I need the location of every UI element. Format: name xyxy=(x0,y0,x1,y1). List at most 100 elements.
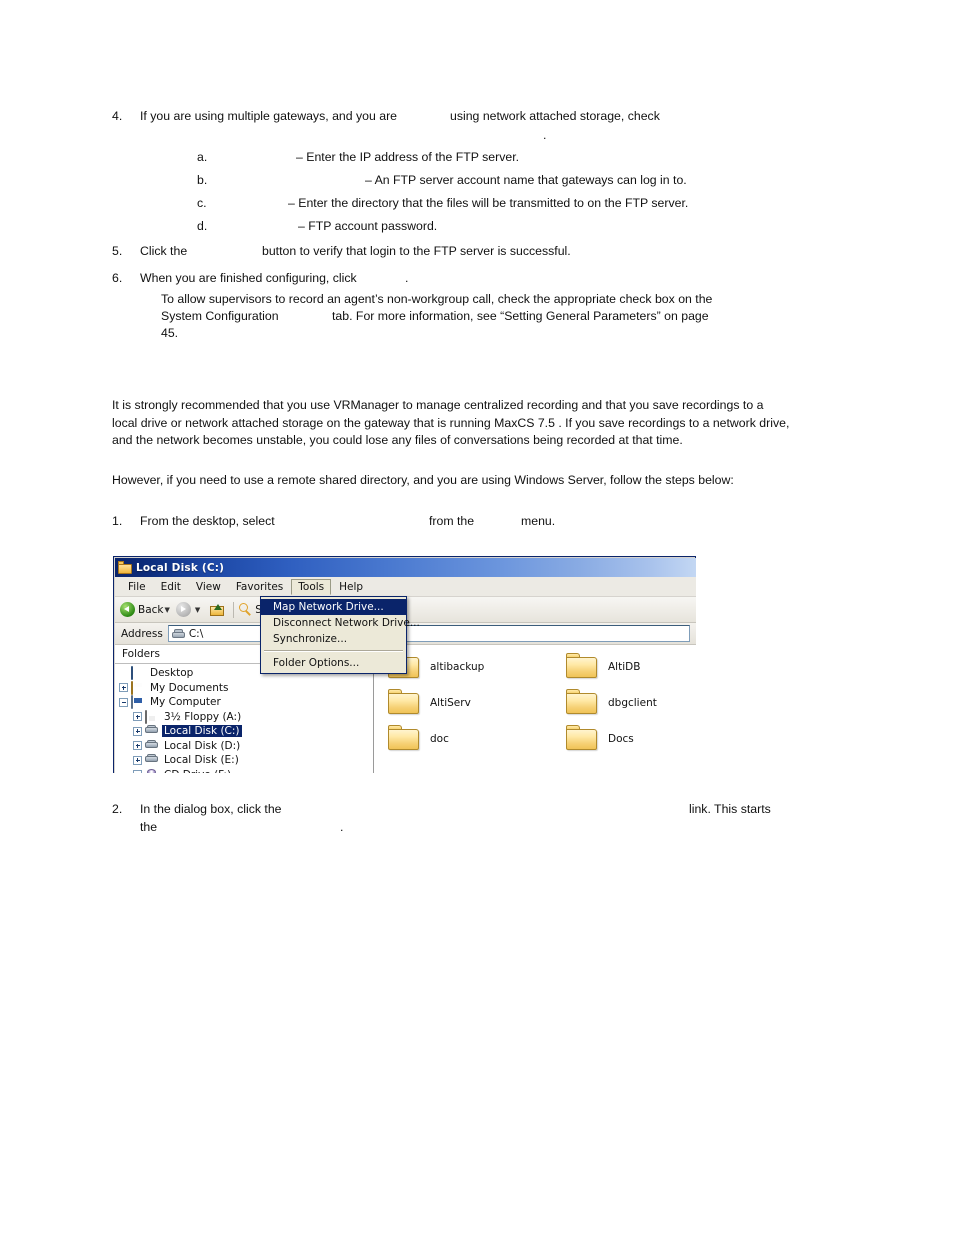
folder-icon xyxy=(566,653,598,679)
expander-icon xyxy=(119,669,128,678)
post-step-1-part-b: from the xyxy=(429,514,475,528)
menu-favorites[interactable]: Favorites xyxy=(229,579,290,595)
folder-item-docs[interactable]: Docs xyxy=(566,725,696,751)
tree-item-local-disk-e[interactable]: Local Disk (E:) xyxy=(115,753,373,768)
step-4-text-part-a: If you are using multiple gateways, and … xyxy=(140,109,398,123)
explorer-menu-bar: File Edit View Favorites Tools Help xyxy=(115,577,696,597)
step-6-text-part-a: When you are finished configuring, click xyxy=(140,271,357,285)
substep-a-letter: a. xyxy=(197,150,208,164)
note-line-2-part-a: System Configuration xyxy=(161,309,279,323)
menu-item-map-network-drive[interactable]: Map Network Drive... xyxy=(261,599,406,615)
expander-plus-icon[interactable] xyxy=(119,683,128,693)
menu-separator xyxy=(264,650,403,652)
address-value: C:\ xyxy=(188,627,204,640)
tree-item-local-disk-d[interactable]: Local Disk (D:) xyxy=(115,739,373,754)
back-arrow-icon xyxy=(120,602,135,617)
menu-edit[interactable]: Edit xyxy=(154,579,188,595)
windows-explorer-screenshot: Local Disk (C:) File Edit View Favorites… xyxy=(113,556,696,773)
expander-plus-icon[interactable] xyxy=(133,741,142,751)
floppy-icon xyxy=(145,709,159,724)
substep-a-text: – Enter the IP address of the FTP server… xyxy=(296,150,520,164)
post-step-2-part-b: link. This starts xyxy=(689,802,771,816)
tree-item-label: My Computer xyxy=(150,696,221,709)
tree-item-local-disk-c[interactable]: Local Disk (C:) xyxy=(115,724,373,739)
explorer-title-bar: Local Disk (C:) xyxy=(115,558,696,577)
tree-item-my-computer[interactable]: My Computer xyxy=(115,695,373,710)
folder-item-altiserv[interactable]: AltiServ xyxy=(388,689,566,715)
folder-grid: altibackup AltiDB AltiServ dbgclient doc… xyxy=(388,653,696,751)
step-6-number: 6. xyxy=(112,271,123,285)
menu-file[interactable]: File xyxy=(121,579,153,595)
expander-plus-icon[interactable] xyxy=(133,726,142,736)
step-5-text-part-a: Click the xyxy=(140,244,188,258)
expander-plus-icon[interactable] xyxy=(133,755,142,765)
folder-label: dbgclient xyxy=(608,696,657,709)
post-step-1-part-a: From the desktop, select xyxy=(140,514,275,528)
expander-plus-icon[interactable] xyxy=(133,770,142,773)
tools-dropdown-menu: Map Network Drive... Disconnect Network … xyxy=(260,596,420,674)
back-dropdown-caret-icon[interactable]: ▼ xyxy=(165,606,170,614)
note-line-3: 45. xyxy=(161,326,179,340)
tree-item-label: Local Disk (E:) xyxy=(164,754,239,767)
address-input[interactable]: C:\ xyxy=(167,625,690,642)
folder-icon xyxy=(566,689,598,715)
folder-tree: Desktop My Documents My Computer 3½ Flop… xyxy=(115,664,373,773)
folder-item-altidb[interactable]: AltiDB xyxy=(566,653,696,679)
up-folder-icon[interactable] xyxy=(209,602,225,617)
tree-item-label: 3½ Floppy (A:) xyxy=(164,710,242,723)
folder-item-altibackup[interactable]: altibackup xyxy=(388,653,566,679)
toolbar-separator xyxy=(233,601,235,618)
post-step-2-part-c: the xyxy=(140,820,158,834)
computer-icon xyxy=(131,695,145,710)
post-step-1-part-c: menu. xyxy=(521,514,556,528)
folder-label: AltiServ xyxy=(430,696,471,709)
menu-help[interactable]: Help xyxy=(332,579,370,595)
forward-dropdown-caret-icon[interactable]: ▼ xyxy=(195,606,200,614)
folder-label: doc xyxy=(430,732,449,745)
post-step-2-part-a: In the dialog box, click the xyxy=(140,802,282,816)
explorer-window: Local Disk (C:) File Edit View Favorites… xyxy=(113,556,696,773)
disk-icon xyxy=(145,739,159,752)
step-5-text-part-b: button to verify that login to the FTP s… xyxy=(262,244,571,258)
menu-item-folder-options[interactable]: Folder Options... xyxy=(261,655,406,671)
step-4-line2-period: . xyxy=(543,128,547,142)
menu-tools[interactable]: Tools xyxy=(291,578,332,595)
note-line-1: To allow supervisors to record an agent’… xyxy=(161,292,713,306)
menu-item-synchronize[interactable]: Synchronize... xyxy=(261,631,406,647)
desktop-icon xyxy=(131,666,145,681)
folder-label: Docs xyxy=(608,732,634,745)
back-button-label: Back xyxy=(138,603,164,616)
tree-item-label: My Documents xyxy=(150,681,229,694)
substep-d-letter: d. xyxy=(197,219,208,233)
step-6-text-part-b: . xyxy=(405,271,409,285)
folder-icon xyxy=(566,725,598,751)
tree-item-label: Desktop xyxy=(150,667,194,680)
post-step-1-number: 1. xyxy=(112,514,123,528)
expander-plus-icon[interactable] xyxy=(133,712,142,722)
folder-label: altibackup xyxy=(430,660,485,673)
step-4-number: 4. xyxy=(112,109,123,123)
note-line-2-part-b: tab. For more information, see “Setting … xyxy=(332,309,709,323)
back-button[interactable]: Back ▼ xyxy=(120,602,174,617)
tree-item-floppy-a[interactable]: 3½ Floppy (A:) xyxy=(115,709,373,725)
expander-minus-icon[interactable] xyxy=(119,697,128,707)
tree-item-cd-drive-f[interactable]: CD Drive (F:) xyxy=(115,768,373,773)
folder-item-dbgclient[interactable]: dbgclient xyxy=(566,689,696,715)
documents-icon xyxy=(131,680,145,695)
substep-c-letter: c. xyxy=(197,196,207,210)
menu-view[interactable]: View xyxy=(189,579,228,595)
folder-item-doc[interactable]: doc xyxy=(388,725,566,751)
menu-item-disconnect-network-drive[interactable]: Disconnect Network Drive... xyxy=(261,615,420,631)
disk-icon xyxy=(145,725,159,737)
folder-icon xyxy=(388,689,420,715)
cd-drive-icon xyxy=(145,768,159,773)
document-page: 4. If you are using multiple gateways, a… xyxy=(0,0,954,1235)
forward-button[interactable]: ▼ xyxy=(175,602,204,617)
tree-item-label: Local Disk (D:) xyxy=(164,739,241,752)
post-step-2-number: 2. xyxy=(112,802,123,816)
tree-item-label: Local Disk (C:) xyxy=(162,725,242,738)
folder-icon xyxy=(118,561,132,574)
tree-item-my-documents[interactable]: My Documents xyxy=(115,680,373,696)
step-4-text-part-b: using network attached storage, check xyxy=(450,109,660,123)
tree-item-label: CD Drive (F:) xyxy=(162,769,233,773)
